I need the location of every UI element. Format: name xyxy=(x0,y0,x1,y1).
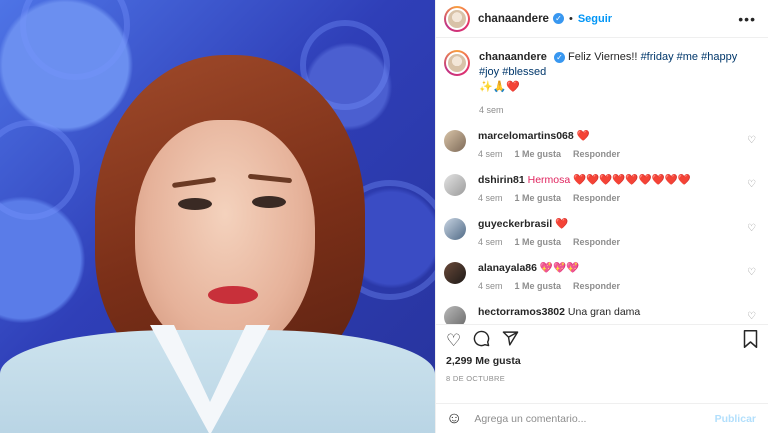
hashtag-link[interactable]: #me xyxy=(677,51,698,63)
comment-meta: 4 sem 1 Me gusta Responder xyxy=(478,237,756,247)
portrait-lips xyxy=(208,286,258,304)
reply-button[interactable]: Responder xyxy=(573,237,620,247)
follow-button[interactable]: Seguir xyxy=(578,13,612,25)
comment-icon[interactable] xyxy=(473,330,490,350)
hashtag-link[interactable]: #happy xyxy=(701,51,737,63)
comment-meta: 4 sem 1 Me gusta Responder xyxy=(478,281,756,291)
heart-icon[interactable]: ♡ xyxy=(446,332,461,349)
comment-avatar[interactable] xyxy=(444,306,466,324)
heart-icon[interactable]: ♡ xyxy=(747,223,756,234)
comment-avatar[interactable] xyxy=(444,218,466,240)
comment-username[interactable]: hectorramos3802 xyxy=(478,306,565,318)
post-date: 8 DE OCTUBRE xyxy=(446,374,506,383)
comment-meta: 4 sem 1 Me gusta Responder xyxy=(478,149,756,159)
comments-list[interactable]: chanaandere ✓ Feliz Viernes!! #friday #m… xyxy=(436,38,768,325)
comment-time[interactable]: 4 sem xyxy=(478,149,503,159)
likes-count[interactable]: 2,299 Me gusta xyxy=(436,355,768,367)
comment-username[interactable]: alanayala86 xyxy=(478,262,537,274)
comment-username[interactable]: dshirin81 xyxy=(478,174,525,186)
comment-text: Hermosa ❤️❤️❤️❤️❤️❤️❤️❤️❤️ xyxy=(527,174,691,186)
caption-meta: 4 sem xyxy=(479,105,756,115)
add-comment-bar: ☺ Publicar xyxy=(436,403,768,433)
comment-input[interactable] xyxy=(474,412,715,425)
caption-avatar[interactable] xyxy=(444,50,470,76)
more-options-icon[interactable]: ••• xyxy=(738,11,756,27)
comment-avatar[interactable] xyxy=(444,262,466,284)
heart-icon[interactable]: ♡ xyxy=(747,311,756,322)
comment-item: marcelomartins068 ❤️ 4 sem 1 Me gusta Re… xyxy=(444,129,756,173)
share-icon[interactable] xyxy=(502,330,519,350)
portrait-face xyxy=(135,120,315,355)
caption-text: Feliz Viernes!! xyxy=(568,51,638,63)
comment-likes[interactable]: 1 Me gusta xyxy=(515,281,562,291)
publish-button[interactable]: Publicar xyxy=(715,413,756,425)
comment-text: Una gran dama xyxy=(567,306,641,318)
comment-likes[interactable]: 1 Me gusta xyxy=(515,149,562,159)
caption-username[interactable]: chanaandere xyxy=(479,51,547,63)
action-bar: ♡ xyxy=(436,325,768,355)
comment-meta: 4 sem 1 Me gusta Responder xyxy=(478,193,756,203)
post-header: chanaandere ✓ • Seguir ••• xyxy=(436,0,768,38)
comment-time[interactable]: 4 sem xyxy=(478,281,503,291)
reply-button[interactable]: Responder xyxy=(573,149,620,159)
caption-emojis: ✨🙏❤️ xyxy=(479,81,521,93)
comment-likes[interactable]: 1 Me gusta xyxy=(515,193,562,203)
comment-item: dshirin81 Hermosa ❤️❤️❤️❤️❤️❤️❤️❤️❤️ 4 s… xyxy=(444,173,756,217)
comment-text: ❤️ xyxy=(555,218,569,230)
instagram-post: chanaandere ✓ • Seguir ••• chanaandere ✓… xyxy=(0,0,768,433)
comment-username[interactable]: guyeckerbrasil xyxy=(478,218,552,230)
emoji-icon[interactable]: ☺ xyxy=(446,410,462,428)
portrait-eye xyxy=(252,196,286,208)
comment-text: ❤️ xyxy=(576,130,590,142)
comment-likes[interactable]: 1 Me gusta xyxy=(515,237,562,247)
comment-item: hectorramos3802 Una gran dama ♡ xyxy=(444,305,756,324)
reply-button[interactable]: Responder xyxy=(573,193,620,203)
author-avatar[interactable] xyxy=(444,5,470,32)
reply-button[interactable]: Responder xyxy=(573,281,620,291)
author-username[interactable]: chanaandere xyxy=(478,13,549,25)
caption: chanaandere ✓ Feliz Viernes!! #friday #m… xyxy=(444,50,756,129)
heart-icon[interactable]: ♡ xyxy=(747,135,756,146)
heart-icon[interactable]: ♡ xyxy=(747,267,756,278)
verified-badge-icon: ✓ xyxy=(552,13,564,24)
verified-badge-icon: ✓ xyxy=(553,51,565,63)
bookmark-icon[interactable] xyxy=(743,329,758,351)
comment-avatar[interactable] xyxy=(444,130,466,152)
hashtag-link[interactable]: #friday xyxy=(641,51,674,63)
comment-username[interactable]: marcelomartins068 xyxy=(478,130,574,142)
comment-time[interactable]: 4 sem xyxy=(478,193,503,203)
hashtag-link[interactable]: #blessed xyxy=(502,66,546,78)
comment-text: 💖💖💖 xyxy=(539,262,580,274)
portrait-eye xyxy=(178,198,212,210)
comment-item: alanayala86 💖💖💖 4 sem 1 Me gusta Respond… xyxy=(444,261,756,305)
comment-item: guyeckerbrasil ❤️ 4 sem 1 Me gusta Respo… xyxy=(444,217,756,261)
post-sidebar: chanaandere ✓ • Seguir ••• chanaandere ✓… xyxy=(435,0,768,433)
background-pattern xyxy=(20,0,130,80)
comment-avatar[interactable] xyxy=(444,174,466,196)
separator-dot: • xyxy=(568,12,573,25)
post-photo[interactable] xyxy=(0,0,435,433)
heart-icon[interactable]: ♡ xyxy=(747,179,756,190)
background-pattern xyxy=(0,120,80,220)
caption-time[interactable]: 4 sem xyxy=(479,105,504,115)
hashtag-link[interactable]: #joy xyxy=(479,66,499,78)
comment-time[interactable]: 4 sem xyxy=(478,237,503,247)
